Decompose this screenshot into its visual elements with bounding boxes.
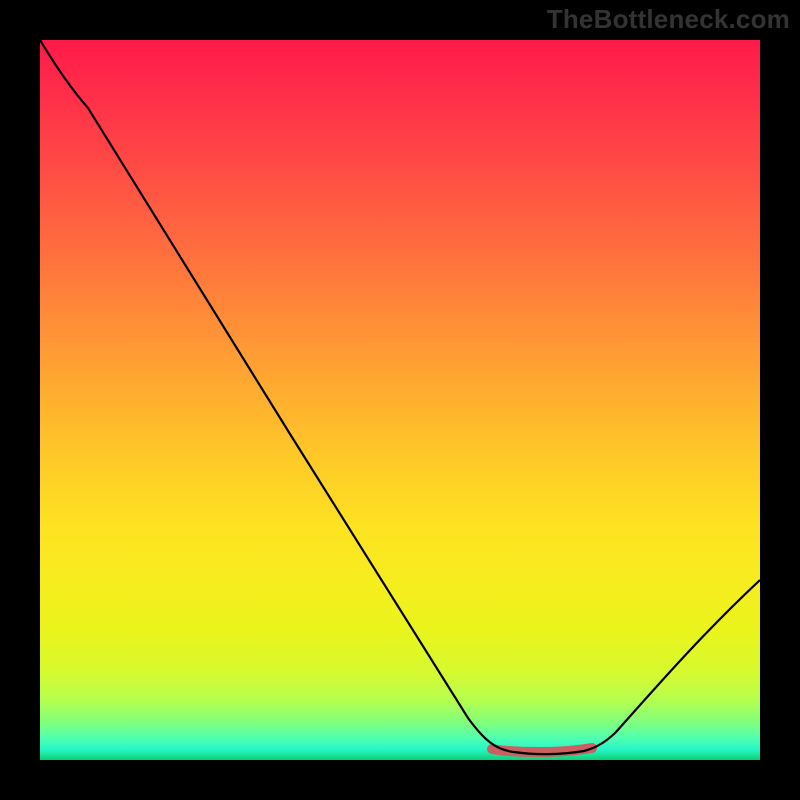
chart-frame: TheBottleneck.com [0, 0, 800, 800]
watermark-text: TheBottleneck.com [547, 4, 790, 35]
plot-area [40, 40, 760, 760]
bottleneck-curve [40, 40, 760, 754]
curve-layer [40, 40, 760, 760]
